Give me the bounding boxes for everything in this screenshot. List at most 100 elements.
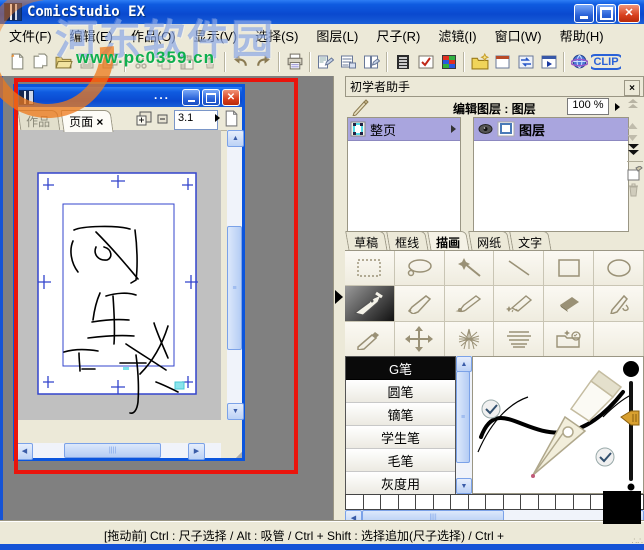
layer-thumb-icon[interactable] — [497, 121, 515, 137]
tool-ink[interactable] — [594, 286, 644, 322]
new-layer-icon[interactable] — [627, 166, 643, 181]
tab-draft[interactable]: 草稿 — [345, 231, 388, 252]
panel-expand-arrow-icon[interactable] — [335, 290, 343, 304]
menu-file[interactable]: 文件(F) — [0, 23, 61, 48]
canvas-area[interactable] — [16, 130, 221, 420]
pen-item-maru[interactable]: 圆笔 — [346, 380, 455, 403]
maximize-button[interactable] — [596, 4, 616, 23]
clip-logo-icon[interactable]: CLIP — [591, 50, 621, 73]
tab-page[interactable]: 页面 × — [60, 110, 114, 132]
pen-item-kabura[interactable]: 镝笔 — [346, 403, 455, 426]
materials-icon[interactable] — [468, 50, 491, 73]
window-titlebar[interactable]: ComicStudio EX ✕ — [0, 0, 644, 24]
zoom-menu-arrow-icon[interactable] — [215, 114, 220, 122]
paste-icon[interactable] — [175, 50, 198, 73]
list-view-icon[interactable] — [391, 50, 414, 73]
layer-item-row[interactable]: 图层 — [474, 118, 628, 141]
menu-ruler[interactable]: 尺子(R) — [367, 23, 429, 48]
document-titlebar[interactable]: ... ✕ — [16, 87, 242, 107]
tab-text[interactable]: 文字 — [509, 231, 552, 252]
scroll-thumb[interactable]: ≡ — [456, 371, 470, 463]
assistant-header[interactable]: 初学者助手 × — [345, 76, 644, 97]
close-button[interactable]: ✕ — [618, 4, 640, 23]
save-all-icon[interactable] — [98, 50, 121, 73]
layer-list[interactable]: 图层 — [473, 117, 629, 232]
new-page-icon[interactable] — [6, 50, 29, 73]
doc-close-button[interactable]: ✕ — [222, 89, 240, 106]
menu-story[interactable]: 作品(O) — [122, 23, 185, 48]
tab-close-icon[interactable]: × — [96, 115, 103, 129]
tool-eraser[interactable] — [544, 286, 595, 322]
menu-filter[interactable]: 滤镜(I) — [429, 23, 485, 48]
tool-marker[interactable] — [394, 286, 445, 322]
menu-view[interactable]: 显示(V) — [185, 23, 246, 48]
minimize-button[interactable] — [574, 4, 594, 23]
tab-story[interactable]: 作品 — [17, 110, 61, 132]
tool-brush[interactable] — [444, 286, 495, 322]
pen-item-gray[interactable]: 灰度用 — [346, 472, 455, 495]
print-icon[interactable] — [283, 50, 306, 73]
preferences-check-icon[interactable] — [414, 50, 437, 73]
undo-icon[interactable] — [229, 50, 252, 73]
visibility-eye-icon[interactable] — [478, 123, 493, 135]
page-manager-icon[interactable] — [314, 50, 337, 73]
menu-help[interactable]: 帮助(H) — [551, 23, 613, 48]
pen-list[interactable]: G笔 圆笔 镝笔 学生笔 毛笔 灰度用 — [345, 356, 456, 495]
page-icon[interactable] — [224, 110, 239, 127]
tool-lasso[interactable] — [394, 251, 445, 287]
save-icon[interactable] — [75, 50, 98, 73]
doc-horizontal-scrollbar[interactable]: ◀ |||| ▶ — [16, 443, 221, 460]
color-settings-icon[interactable] — [437, 50, 460, 73]
scroll-left-icon[interactable]: ◀ — [16, 443, 33, 460]
copy-icon[interactable] — [152, 50, 175, 73]
story-manager-icon[interactable] — [360, 50, 383, 73]
window-layout-icon[interactable] — [491, 50, 514, 73]
opacity-menu-arrow-icon[interactable] — [615, 103, 620, 111]
tool-rectangle[interactable] — [544, 251, 595, 287]
scroll-thumb[interactable]: ≡ — [227, 226, 242, 350]
scroll-down-icon[interactable]: ▼ — [456, 478, 472, 494]
tool-ellipse[interactable] — [594, 251, 644, 287]
expand-icon[interactable] — [451, 125, 456, 133]
run-icon[interactable] — [537, 50, 560, 73]
tool-move[interactable] — [394, 321, 445, 357]
document-window[interactable]: ... ✕ 作品 页面 × 3.1 ▲ ≡ ▼ ◀ |||| ▶ ◢ — [13, 84, 245, 461]
tab-draw[interactable]: 描画 — [427, 231, 470, 252]
tool-line[interactable] — [494, 251, 545, 287]
tool-material-folder[interactable] — [544, 321, 595, 357]
tool-pen[interactable] — [345, 286, 395, 322]
tool-magic-wand[interactable] — [444, 251, 495, 287]
menu-layer[interactable]: 图层(L) — [307, 23, 367, 48]
menu-edit[interactable]: 编辑(E) — [61, 23, 122, 48]
web-icon[interactable] — [568, 50, 591, 73]
page-item-row[interactable]: 整页 — [348, 118, 460, 141]
zoom-value-field[interactable]: 3.1 — [174, 110, 218, 130]
zoom-out-icon[interactable] — [157, 114, 168, 124]
collapse-double-up-icon[interactable] — [627, 97, 639, 110]
scroll-down-icon[interactable]: ▼ — [227, 403, 244, 420]
tool-eyedropper[interactable] — [345, 321, 395, 357]
tab-frame[interactable]: 框线 — [386, 231, 429, 252]
cut-icon[interactable] — [129, 50, 152, 73]
doc-resize-grip[interactable]: ◢ — [227, 443, 242, 459]
page-list[interactable]: 整页 — [347, 117, 461, 232]
page-list-icon[interactable] — [337, 50, 360, 73]
jump-double-down-icon[interactable] — [627, 143, 640, 156]
doc-vertical-scrollbar[interactable]: ▲ ≡ ▼ — [227, 130, 244, 420]
scroll-right-icon[interactable]: ▶ — [188, 443, 205, 460]
doc-maximize-button[interactable] — [202, 89, 220, 106]
scroll-up-icon[interactable]: ▲ — [227, 130, 244, 147]
layer-opacity-field[interactable]: 100 % — [567, 98, 609, 115]
assistant-close-icon[interactable]: × — [624, 80, 640, 96]
new-story-icon[interactable] — [29, 50, 52, 73]
size-preset-strip[interactable] — [345, 494, 644, 510]
scroll-up-icon[interactable]: ▲ — [456, 356, 472, 372]
menu-select[interactable]: 选择(S) — [246, 23, 307, 48]
tool-pattern-brush[interactable] — [494, 286, 545, 322]
menu-window[interactable]: 窗口(W) — [486, 23, 551, 48]
tab-tone[interactable]: 网纸 — [468, 231, 511, 252]
pen-item-g[interactable]: G笔 — [346, 357, 455, 380]
delete-icon[interactable] — [198, 50, 221, 73]
tool-marquee[interactable] — [345, 251, 395, 287]
pen-item-brush[interactable]: 毛笔 — [346, 449, 455, 472]
